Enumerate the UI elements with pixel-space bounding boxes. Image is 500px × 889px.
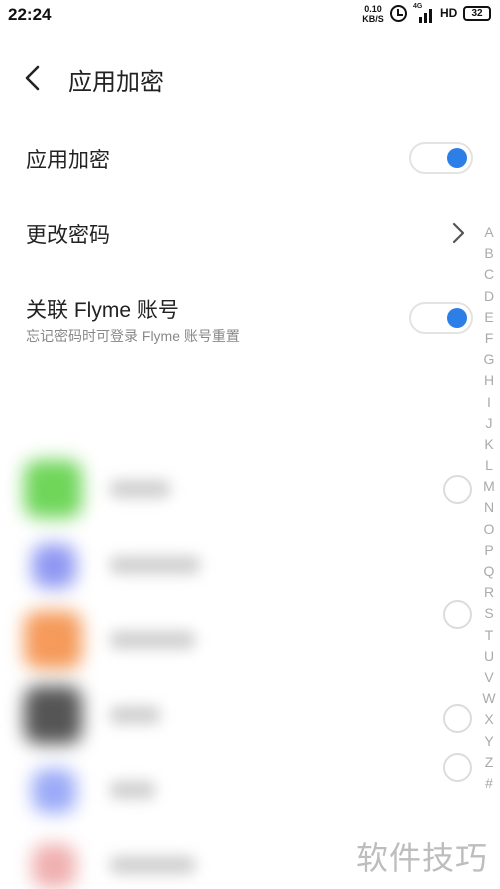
battery-icon: 32 xyxy=(463,6,491,21)
alphabet-letter[interactable]: S xyxy=(478,603,500,624)
app-lock-toggle[interactable] xyxy=(409,142,473,174)
alphabet-letter[interactable]: H xyxy=(478,370,500,391)
app-name-blurred xyxy=(110,631,195,649)
alphabet-letter[interactable]: L xyxy=(478,455,500,476)
alphabet-letter[interactable]: Z xyxy=(478,752,500,773)
alphabet-letter[interactable]: G xyxy=(478,349,500,370)
app-icon xyxy=(32,544,76,588)
app-lock-row[interactable]: 应用加密 xyxy=(0,130,500,190)
list-item[interactable] xyxy=(0,528,478,603)
alphabet-letter[interactable]: W xyxy=(478,688,500,709)
select-radio[interactable] xyxy=(443,753,472,782)
app-name-blurred xyxy=(110,480,170,498)
alphabet-letter[interactable]: N xyxy=(478,497,500,518)
alphabet-letter[interactable]: E xyxy=(478,307,500,328)
app-name-blurred xyxy=(110,556,200,574)
select-radio[interactable] xyxy=(443,600,472,629)
select-radio[interactable] xyxy=(443,704,472,733)
app-icon xyxy=(24,460,82,518)
back-arrow-icon[interactable] xyxy=(22,65,46,91)
network-speed-unit: KB/S xyxy=(362,14,384,24)
alphabet-letter[interactable]: B xyxy=(478,243,500,264)
app-name-blurred xyxy=(110,781,155,799)
page-title: 应用加密 xyxy=(68,69,164,96)
alphabet-letter[interactable]: I xyxy=(478,392,500,413)
locked-app-list xyxy=(0,400,478,889)
link-flyme-label: 关联 Flyme 账号 xyxy=(26,299,179,322)
status-bar: 22:24 0.10 KB/S 4G HD 32 xyxy=(0,0,500,30)
alphabet-letter[interactable]: T xyxy=(478,625,500,646)
network-type: 4G xyxy=(413,3,423,10)
app-name-blurred xyxy=(110,706,160,724)
alphabet-letter[interactable]: U xyxy=(478,646,500,667)
alphabet-letter[interactable]: F xyxy=(478,328,500,349)
list-item[interactable] xyxy=(0,452,478,527)
alphabet-letter[interactable]: K xyxy=(478,434,500,455)
alphabet-letter[interactable]: O xyxy=(478,519,500,540)
app-name-blurred xyxy=(110,856,195,874)
toggle-knob xyxy=(447,308,467,328)
alphabet-letter[interactable]: C xyxy=(478,264,500,285)
hd-voice-icon: HD xyxy=(440,6,458,20)
alphabet-letter[interactable]: # xyxy=(478,773,500,794)
alphabet-letter[interactable]: D xyxy=(478,286,500,307)
list-item[interactable] xyxy=(0,600,478,678)
signal-icon: 4G xyxy=(413,3,435,23)
list-item[interactable] xyxy=(0,678,478,753)
link-flyme-row[interactable]: 关联 Flyme 账号 忘记密码时可登录 Flyme 账号重置 xyxy=(0,282,500,352)
alarm-icon xyxy=(390,5,407,22)
change-password-row[interactable]: 更改密码 xyxy=(0,205,500,265)
alphabet-letter[interactable]: J xyxy=(478,413,500,434)
alphabet-letter[interactable]: R xyxy=(478,582,500,603)
alphabet-letter[interactable]: M xyxy=(478,476,500,497)
network-speed-value: 0.10 xyxy=(364,4,382,14)
page-header: 应用加密 xyxy=(0,52,500,104)
app-icon xyxy=(24,686,82,744)
alphabet-letter[interactable]: A xyxy=(478,222,500,243)
change-password-label: 更改密码 xyxy=(26,224,110,247)
network-speed: 0.10 KB/S xyxy=(360,4,386,24)
alphabet-letter[interactable]: X xyxy=(478,709,500,730)
alphabet-letter[interactable]: P xyxy=(478,540,500,561)
list-item[interactable] xyxy=(0,753,478,828)
link-flyme-description: 忘记密码时可登录 Flyme 账号重置 xyxy=(26,328,240,344)
alphabet-letter[interactable]: V xyxy=(478,667,500,688)
watermark-text: 软件技巧 xyxy=(356,840,489,876)
alphabet-letter[interactable]: Q xyxy=(478,561,500,582)
app-icon xyxy=(32,769,76,813)
select-radio[interactable] xyxy=(443,475,472,504)
alphabet-index[interactable]: A B C D E F G H I J K L M N O P Q R S T U V W X Y Z # xyxy=(478,222,500,794)
chevron-right-icon xyxy=(452,222,465,244)
app-icon xyxy=(24,611,82,669)
app-icon xyxy=(32,844,76,888)
alphabet-letter[interactable]: Y xyxy=(478,731,500,752)
app-lock-label: 应用加密 xyxy=(26,149,110,172)
status-time: 22:24 xyxy=(8,5,52,24)
link-flyme-toggle[interactable] xyxy=(409,302,473,334)
toggle-knob xyxy=(447,148,467,168)
